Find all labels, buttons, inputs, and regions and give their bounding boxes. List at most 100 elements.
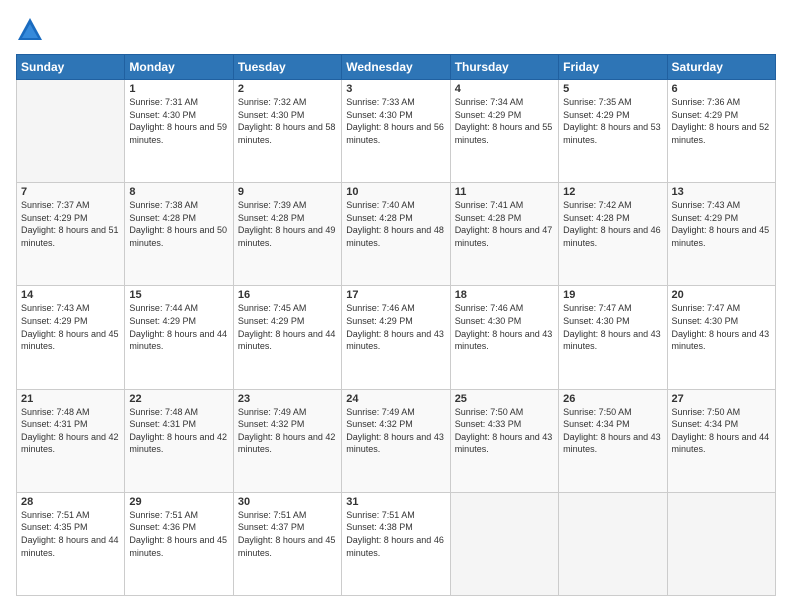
calendar-cell: 30Sunrise: 7:51 AMSunset: 4:37 PMDayligh… bbox=[233, 492, 341, 595]
day-info: Sunrise: 7:41 AMSunset: 4:28 PMDaylight:… bbox=[455, 199, 554, 249]
weekday-header: Tuesday bbox=[233, 55, 341, 80]
day-info: Sunrise: 7:32 AMSunset: 4:30 PMDaylight:… bbox=[238, 96, 337, 146]
calendar-cell: 8Sunrise: 7:38 AMSunset: 4:28 PMDaylight… bbox=[125, 183, 233, 286]
day-number: 19 bbox=[563, 289, 662, 301]
day-info: Sunrise: 7:46 AMSunset: 4:30 PMDaylight:… bbox=[455, 302, 554, 352]
day-info: Sunrise: 7:48 AMSunset: 4:31 PMDaylight:… bbox=[129, 406, 228, 456]
day-info: Sunrise: 7:43 AMSunset: 4:29 PMDaylight:… bbox=[21, 302, 120, 352]
calendar-cell: 5Sunrise: 7:35 AMSunset: 4:29 PMDaylight… bbox=[559, 80, 667, 183]
day-info: Sunrise: 7:37 AMSunset: 4:29 PMDaylight:… bbox=[21, 199, 120, 249]
calendar-cell: 9Sunrise: 7:39 AMSunset: 4:28 PMDaylight… bbox=[233, 183, 341, 286]
calendar-cell: 23Sunrise: 7:49 AMSunset: 4:32 PMDayligh… bbox=[233, 389, 341, 492]
day-number: 14 bbox=[21, 289, 120, 301]
day-info: Sunrise: 7:45 AMSunset: 4:29 PMDaylight:… bbox=[238, 302, 337, 352]
logo-icon bbox=[16, 16, 44, 44]
calendar-week-row: 21Sunrise: 7:48 AMSunset: 4:31 PMDayligh… bbox=[17, 389, 776, 492]
calendar-cell bbox=[559, 492, 667, 595]
day-number: 24 bbox=[346, 393, 445, 405]
day-info: Sunrise: 7:47 AMSunset: 4:30 PMDaylight:… bbox=[672, 302, 771, 352]
weekday-header: Monday bbox=[125, 55, 233, 80]
day-number: 8 bbox=[129, 186, 228, 198]
day-info: Sunrise: 7:50 AMSunset: 4:33 PMDaylight:… bbox=[455, 406, 554, 456]
day-number: 3 bbox=[346, 83, 445, 95]
day-number: 6 bbox=[672, 83, 771, 95]
day-info: Sunrise: 7:39 AMSunset: 4:28 PMDaylight:… bbox=[238, 199, 337, 249]
logo bbox=[16, 16, 48, 44]
day-info: Sunrise: 7:51 AMSunset: 4:35 PMDaylight:… bbox=[21, 509, 120, 559]
calendar-week-row: 14Sunrise: 7:43 AMSunset: 4:29 PMDayligh… bbox=[17, 286, 776, 389]
header bbox=[16, 16, 776, 44]
calendar-cell: 17Sunrise: 7:46 AMSunset: 4:29 PMDayligh… bbox=[342, 286, 450, 389]
day-number: 17 bbox=[346, 289, 445, 301]
day-number: 21 bbox=[21, 393, 120, 405]
calendar-cell bbox=[17, 80, 125, 183]
weekday-header: Friday bbox=[559, 55, 667, 80]
calendar-cell: 18Sunrise: 7:46 AMSunset: 4:30 PMDayligh… bbox=[450, 286, 558, 389]
weekday-header: Saturday bbox=[667, 55, 775, 80]
calendar-table: SundayMondayTuesdayWednesdayThursdayFrid… bbox=[16, 54, 776, 596]
calendar-week-row: 7Sunrise: 7:37 AMSunset: 4:29 PMDaylight… bbox=[17, 183, 776, 286]
day-number: 9 bbox=[238, 186, 337, 198]
day-info: Sunrise: 7:47 AMSunset: 4:30 PMDaylight:… bbox=[563, 302, 662, 352]
weekday-header: Sunday bbox=[17, 55, 125, 80]
day-info: Sunrise: 7:38 AMSunset: 4:28 PMDaylight:… bbox=[129, 199, 228, 249]
day-number: 10 bbox=[346, 186, 445, 198]
calendar-cell bbox=[667, 492, 775, 595]
day-number: 2 bbox=[238, 83, 337, 95]
day-info: Sunrise: 7:48 AMSunset: 4:31 PMDaylight:… bbox=[21, 406, 120, 456]
day-info: Sunrise: 7:42 AMSunset: 4:28 PMDaylight:… bbox=[563, 199, 662, 249]
day-number: 16 bbox=[238, 289, 337, 301]
day-info: Sunrise: 7:51 AMSunset: 4:36 PMDaylight:… bbox=[129, 509, 228, 559]
day-info: Sunrise: 7:50 AMSunset: 4:34 PMDaylight:… bbox=[672, 406, 771, 456]
calendar-cell bbox=[450, 492, 558, 595]
day-number: 23 bbox=[238, 393, 337, 405]
day-info: Sunrise: 7:31 AMSunset: 4:30 PMDaylight:… bbox=[129, 96, 228, 146]
day-info: Sunrise: 7:46 AMSunset: 4:29 PMDaylight:… bbox=[346, 302, 445, 352]
calendar-cell: 26Sunrise: 7:50 AMSunset: 4:34 PMDayligh… bbox=[559, 389, 667, 492]
day-number: 22 bbox=[129, 393, 228, 405]
day-info: Sunrise: 7:35 AMSunset: 4:29 PMDaylight:… bbox=[563, 96, 662, 146]
calendar-cell: 4Sunrise: 7:34 AMSunset: 4:29 PMDaylight… bbox=[450, 80, 558, 183]
day-number: 1 bbox=[129, 83, 228, 95]
calendar-cell: 19Sunrise: 7:47 AMSunset: 4:30 PMDayligh… bbox=[559, 286, 667, 389]
calendar-cell: 31Sunrise: 7:51 AMSunset: 4:38 PMDayligh… bbox=[342, 492, 450, 595]
calendar-cell: 1Sunrise: 7:31 AMSunset: 4:30 PMDaylight… bbox=[125, 80, 233, 183]
calendar-cell: 28Sunrise: 7:51 AMSunset: 4:35 PMDayligh… bbox=[17, 492, 125, 595]
day-number: 11 bbox=[455, 186, 554, 198]
day-info: Sunrise: 7:40 AMSunset: 4:28 PMDaylight:… bbox=[346, 199, 445, 249]
calendar-cell: 24Sunrise: 7:49 AMSunset: 4:32 PMDayligh… bbox=[342, 389, 450, 492]
day-info: Sunrise: 7:34 AMSunset: 4:29 PMDaylight:… bbox=[455, 96, 554, 146]
calendar-cell: 11Sunrise: 7:41 AMSunset: 4:28 PMDayligh… bbox=[450, 183, 558, 286]
day-number: 4 bbox=[455, 83, 554, 95]
day-number: 5 bbox=[563, 83, 662, 95]
calendar-cell: 2Sunrise: 7:32 AMSunset: 4:30 PMDaylight… bbox=[233, 80, 341, 183]
day-number: 31 bbox=[346, 496, 445, 508]
day-number: 18 bbox=[455, 289, 554, 301]
day-number: 28 bbox=[21, 496, 120, 508]
calendar-cell: 22Sunrise: 7:48 AMSunset: 4:31 PMDayligh… bbox=[125, 389, 233, 492]
day-number: 15 bbox=[129, 289, 228, 301]
weekday-header: Thursday bbox=[450, 55, 558, 80]
calendar-cell: 27Sunrise: 7:50 AMSunset: 4:34 PMDayligh… bbox=[667, 389, 775, 492]
calendar-cell: 12Sunrise: 7:42 AMSunset: 4:28 PMDayligh… bbox=[559, 183, 667, 286]
calendar-cell: 20Sunrise: 7:47 AMSunset: 4:30 PMDayligh… bbox=[667, 286, 775, 389]
calendar-cell: 16Sunrise: 7:45 AMSunset: 4:29 PMDayligh… bbox=[233, 286, 341, 389]
day-number: 12 bbox=[563, 186, 662, 198]
day-number: 25 bbox=[455, 393, 554, 405]
day-number: 30 bbox=[238, 496, 337, 508]
calendar-week-row: 1Sunrise: 7:31 AMSunset: 4:30 PMDaylight… bbox=[17, 80, 776, 183]
day-number: 20 bbox=[672, 289, 771, 301]
day-info: Sunrise: 7:49 AMSunset: 4:32 PMDaylight:… bbox=[346, 406, 445, 456]
calendar-cell: 15Sunrise: 7:44 AMSunset: 4:29 PMDayligh… bbox=[125, 286, 233, 389]
day-info: Sunrise: 7:36 AMSunset: 4:29 PMDaylight:… bbox=[672, 96, 771, 146]
day-info: Sunrise: 7:50 AMSunset: 4:34 PMDaylight:… bbox=[563, 406, 662, 456]
page: SundayMondayTuesdayWednesdayThursdayFrid… bbox=[0, 0, 792, 612]
day-info: Sunrise: 7:43 AMSunset: 4:29 PMDaylight:… bbox=[672, 199, 771, 249]
day-number: 26 bbox=[563, 393, 662, 405]
calendar-cell: 3Sunrise: 7:33 AMSunset: 4:30 PMDaylight… bbox=[342, 80, 450, 183]
calendar-week-row: 28Sunrise: 7:51 AMSunset: 4:35 PMDayligh… bbox=[17, 492, 776, 595]
day-info: Sunrise: 7:51 AMSunset: 4:37 PMDaylight:… bbox=[238, 509, 337, 559]
day-info: Sunrise: 7:49 AMSunset: 4:32 PMDaylight:… bbox=[238, 406, 337, 456]
day-info: Sunrise: 7:33 AMSunset: 4:30 PMDaylight:… bbox=[346, 96, 445, 146]
day-number: 13 bbox=[672, 186, 771, 198]
